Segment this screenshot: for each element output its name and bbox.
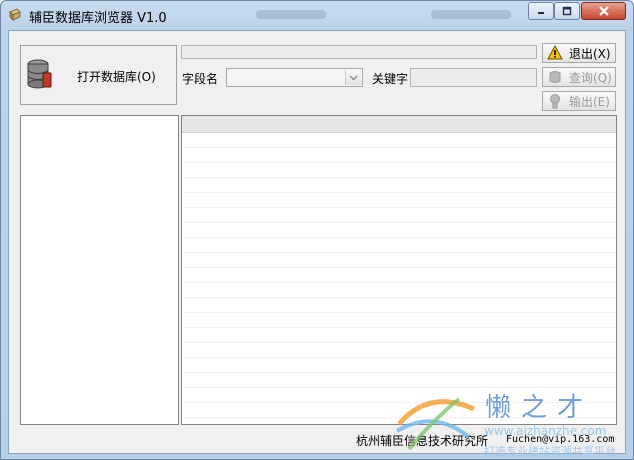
grid-row [182, 343, 616, 358]
grid-row [182, 358, 616, 373]
grid-row [182, 133, 616, 148]
grid-row [182, 163, 616, 178]
grid-row [182, 328, 616, 343]
organization-name: 杭州辅臣信息技术研究所 [356, 434, 489, 448]
database-icon [27, 59, 52, 89]
dropdown-button[interactable] [345, 70, 361, 85]
close-button[interactable] [581, 2, 626, 20]
query-icon [549, 71, 561, 83]
grid-row [182, 373, 616, 388]
warning-icon [547, 45, 563, 60]
export-icon [550, 94, 560, 109]
maximize-icon [562, 6, 572, 16]
data-grid[interactable] [181, 115, 617, 425]
title-bar-decoration [431, 10, 511, 19]
grid-row [182, 283, 616, 298]
app-icon [9, 8, 21, 21]
grid-row [182, 403, 616, 418]
title-bar-decoration [256, 10, 326, 19]
database-path-field [181, 45, 537, 59]
table-list[interactable] [20, 115, 179, 425]
minimize-button[interactable] [528, 2, 554, 20]
grid-row [182, 238, 616, 253]
grid-row [182, 313, 616, 328]
exit-button[interactable]: 退出(X) [542, 43, 616, 63]
minimize-icon [538, 12, 544, 14]
contact-email: Fuchen@vip.163.com [506, 434, 615, 445]
chevron-down-icon [349, 75, 358, 81]
close-icon [598, 6, 609, 16]
open-database-button[interactable]: 打开数据库(O) [20, 45, 177, 105]
grid-row [182, 208, 616, 223]
maximize-button[interactable] [554, 2, 580, 20]
window-title: 辅臣数据库浏览器 V1.0 [29, 11, 167, 26]
open-database-label: 打开数据库(O) [77, 70, 156, 84]
grid-header [182, 116, 616, 133]
title-bar[interactable]: 辅臣数据库浏览器 V1.0 [1, 1, 633, 29]
grid-row [182, 223, 616, 238]
keyword-input[interactable] [410, 68, 537, 87]
grid-row [182, 193, 616, 208]
grid-row [182, 148, 616, 163]
client-area: 打开数据库(O) 字段名 关键字 退出(X) 查询(Q) 输出(E) 杭州辅臣信… [8, 30, 626, 454]
grid-row [182, 298, 616, 313]
keyword-label: 关键字 [372, 72, 409, 86]
app-window: 辅臣数据库浏览器 V1.0 打开数据库(O) 字段名 关键字 退出(X) 查询(… [0, 0, 634, 460]
grid-row [182, 268, 616, 283]
field-name-select[interactable] [226, 68, 363, 87]
grid-row [182, 178, 616, 193]
field-name-label: 字段名 [182, 72, 219, 86]
grid-row [182, 253, 616, 268]
grid-row [182, 388, 616, 403]
exit-label: 退出(X) [569, 46, 611, 61]
export-button[interactable]: 输出(E) [542, 91, 616, 111]
query-button[interactable]: 查询(Q) [542, 67, 616, 87]
export-label: 输出(E) [569, 94, 610, 109]
query-label: 查询(Q) [569, 70, 612, 85]
grid-body [182, 133, 616, 418]
